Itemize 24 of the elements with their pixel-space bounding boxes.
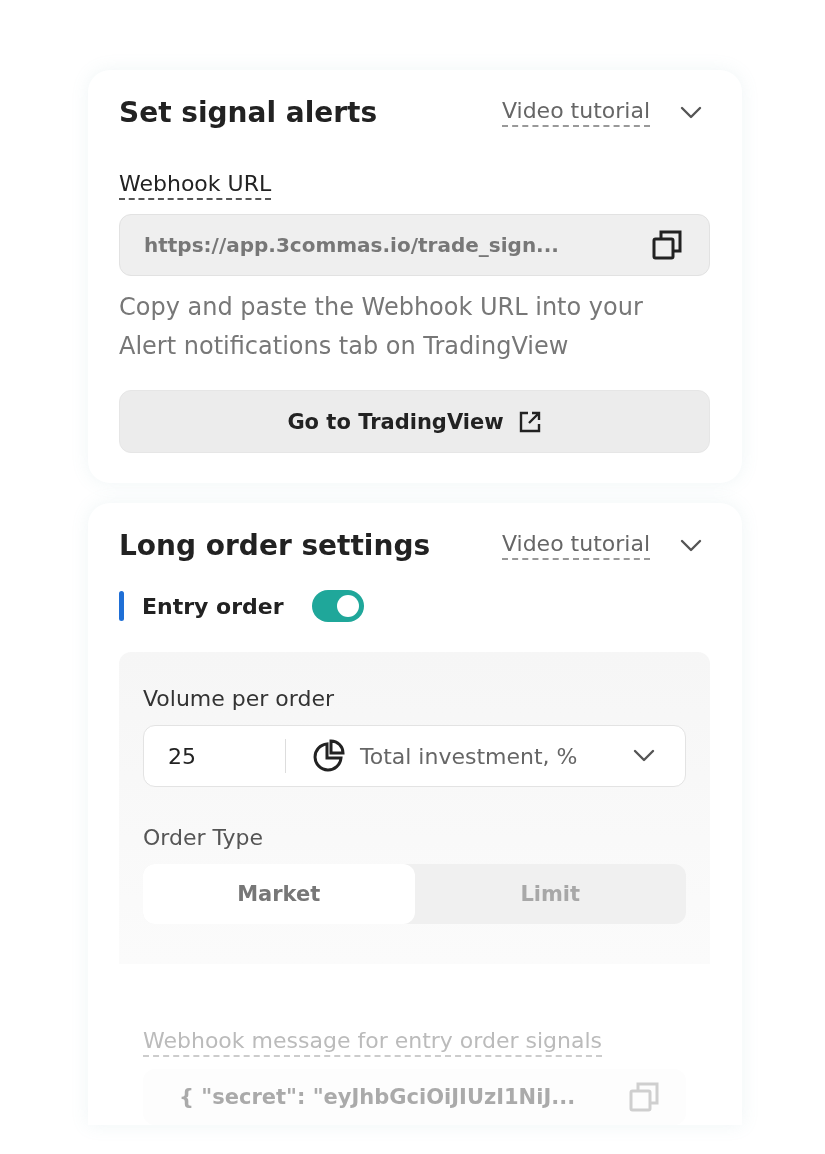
go-to-tradingview-button[interactable]: Go to TradingView	[119, 390, 710, 453]
volume-value[interactable]: 25	[144, 739, 286, 773]
unit-dropdown[interactable]: Total investment, %	[286, 739, 685, 773]
field-label: Webhook URL	[119, 171, 272, 200]
entry-order-toggle[interactable]	[311, 590, 364, 622]
volume-field[interactable]: 25 Total investment, %	[143, 725, 686, 787]
field-label: Webhook message for entry order signals	[143, 1028, 603, 1057]
external-link-icon	[517, 409, 542, 434]
video-tutorial-link[interactable]: Video tutorial	[501, 531, 650, 560]
entry-order-label: Entry order	[142, 593, 284, 619]
chevron-down-icon[interactable]	[680, 105, 702, 120]
card-title: Long order settings	[119, 529, 431, 562]
order-type-tab[interactable]: Market	[143, 864, 415, 924]
pie-chart-icon	[312, 739, 346, 773]
card-title: Set signal alerts	[119, 96, 378, 129]
chevron-down-icon[interactable]	[633, 749, 655, 763]
url-field[interactable]: https://app.3commas.io/trade_sign...	[119, 214, 710, 276]
field-label: Volume per order	[143, 686, 336, 711]
help-text: Copy and paste the Webhook URL into your Alert notifications tab on TradingView	[119, 292, 644, 362]
video-tutorial-link[interactable]: Video tutorial	[501, 98, 650, 127]
chevron-down-icon[interactable]	[680, 538, 702, 553]
field-label: Order Type	[143, 825, 265, 850]
section-marker	[119, 591, 124, 621]
copy-icon[interactable]	[651, 229, 683, 261]
